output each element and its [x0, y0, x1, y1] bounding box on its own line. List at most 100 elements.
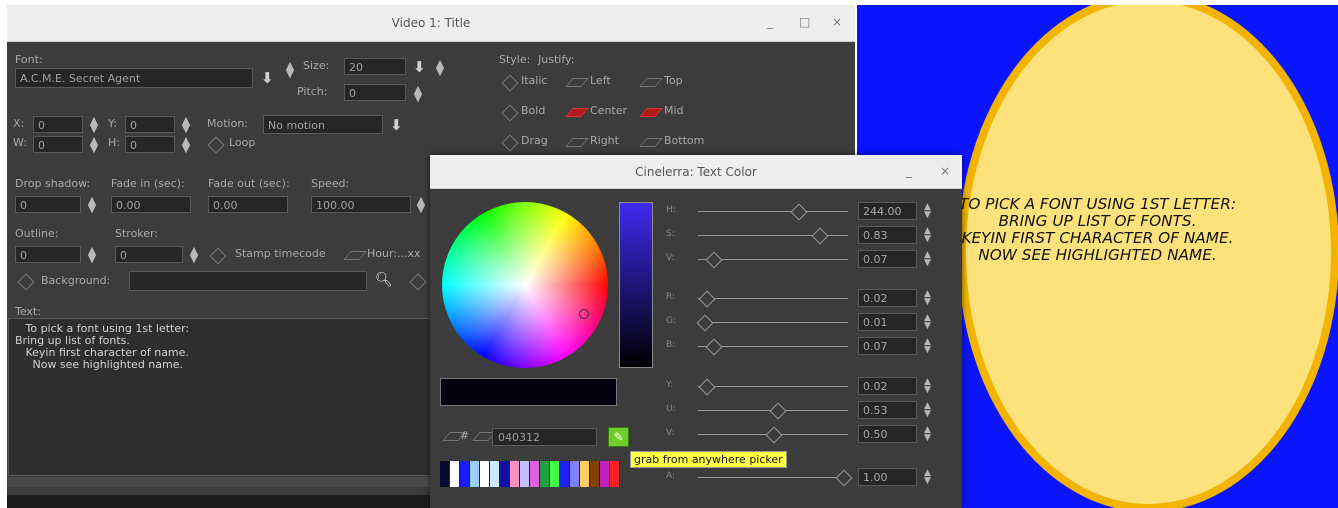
background-field[interactable] — [129, 271, 367, 291]
speed-spinner[interactable]: ▲ ▼ — [416, 195, 426, 214]
slider-knob[interactable] — [769, 402, 787, 420]
motion-dropdown-icon[interactable]: ⬇ — [390, 116, 403, 134]
search-icon[interactable]: 🔍︎ — [375, 272, 393, 288]
timecode-format-toggle[interactable] — [343, 251, 367, 260]
palette-swatch[interactable] — [480, 461, 490, 487]
background-option-checkbox[interactable] — [409, 273, 427, 291]
palette-swatch[interactable] — [450, 461, 460, 487]
y-spinner[interactable]: ▲ ▼ — [181, 115, 191, 134]
maximize-button[interactable]: □ — [799, 15, 810, 29]
y-field[interactable]: 0 — [125, 116, 175, 133]
drop-shadow-spinner[interactable]: ▲ ▼ — [87, 195, 97, 214]
slider-value-field[interactable]: 0.02 — [858, 377, 917, 395]
color-dialog-close-button[interactable]: × — [940, 164, 950, 178]
slider-knob[interactable] — [696, 314, 714, 332]
slider-track[interactable] — [698, 322, 848, 323]
x-field[interactable]: 0 — [33, 116, 83, 133]
bold-checkbox[interactable] — [501, 104, 519, 122]
motion-field[interactable]: No motion — [263, 115, 383, 134]
font-field[interactable]: A.C.M.E. Secret Agent — [15, 68, 253, 88]
palette-swatch[interactable] — [460, 461, 470, 487]
stroker-field[interactable]: 0 — [115, 246, 183, 263]
hex-field[interactable]: 040312 — [492, 428, 597, 446]
palette-swatch[interactable] — [440, 461, 450, 487]
palette-swatch[interactable] — [500, 461, 510, 487]
drop-shadow-field[interactable]: 0 — [15, 196, 81, 213]
slider-spinner[interactable]: ▲ ▼ — [924, 378, 931, 395]
slider-spinner[interactable]: ▲ ▼ — [924, 203, 931, 220]
color-wheel[interactable] — [442, 202, 608, 368]
slider-spinner[interactable]: ▲ ▼ — [924, 251, 931, 268]
color-dialog-titlebar[interactable]: Cinelerra: Text Color _ × — [430, 155, 962, 189]
slider-knob[interactable] — [705, 338, 723, 356]
slider-spinner[interactable]: ▲ ▼ — [924, 402, 931, 419]
slider-value-field[interactable]: 0.01 — [858, 313, 917, 331]
slider-value-field[interactable]: 0.53 — [858, 401, 917, 419]
italic-checkbox[interactable] — [501, 74, 519, 92]
h-spinner[interactable]: ▲ ▼ — [181, 135, 191, 154]
justify-mid-toggle[interactable] — [639, 108, 663, 117]
background-checkbox[interactable] — [17, 273, 35, 291]
palette-swatch[interactable] — [530, 461, 540, 487]
palette-swatch[interactable] — [510, 461, 520, 487]
pitch-spinner[interactable]: ▲ ▼ — [413, 84, 423, 103]
slider-value-field[interactable]: 1.00 — [858, 468, 917, 486]
fade-in-field[interactable]: 0.00 — [111, 196, 191, 213]
font-dropdown-icon[interactable]: ⬇ — [261, 69, 274, 87]
loop-checkbox[interactable] — [207, 136, 225, 154]
slider-track[interactable] — [698, 211, 848, 212]
justify-top-toggle[interactable] — [639, 78, 663, 87]
timecode-format-label[interactable]: Hour:...xx — [367, 247, 421, 260]
size-field[interactable]: 20 — [344, 58, 406, 75]
h-field[interactable]: 0 — [125, 136, 175, 153]
slider-spinner[interactable]: ▲ ▼ — [924, 290, 931, 307]
title-window-titlebar[interactable]: Video 1: Title _ □ × — [7, 5, 855, 42]
size-dropdown-icon[interactable]: ⬇ — [413, 58, 426, 76]
slider-value-field[interactable]: 0.07 — [858, 337, 917, 355]
slider-spinner[interactable]: ▲ ▼ — [924, 469, 931, 486]
palette-swatch[interactable] — [490, 461, 500, 487]
slider-knob[interactable] — [698, 290, 716, 308]
justify-left-toggle[interactable] — [565, 78, 589, 87]
slider-track[interactable] — [698, 298, 848, 299]
slider-track[interactable] — [698, 477, 848, 478]
slider-track[interactable] — [698, 386, 848, 387]
value-slider-bar[interactable] — [619, 202, 653, 368]
slider-value-field[interactable]: 244.00 — [858, 202, 917, 220]
slider-knob[interactable] — [811, 227, 829, 245]
pitch-field[interactable]: 0 — [344, 84, 406, 101]
palette-swatch[interactable] — [610, 461, 620, 487]
speed-field[interactable]: 100.00 — [311, 196, 411, 213]
palette-swatch[interactable] — [560, 461, 570, 487]
stroker-spinner[interactable]: ▲ ▼ — [189, 245, 199, 264]
outline-spinner[interactable]: ▲ ▼ — [87, 245, 97, 264]
x-spinner[interactable]: ▲ ▼ — [89, 115, 99, 134]
slider-spinner[interactable]: ▲ ▼ — [924, 314, 931, 331]
justify-center-toggle[interactable] — [565, 108, 589, 117]
size-spinner[interactable]: ▲ ▼ — [435, 58, 445, 77]
slider-knob[interactable] — [705, 251, 723, 269]
slider-spinner[interactable]: ▲ ▼ — [924, 227, 931, 244]
slider-value-field[interactable]: 0.07 — [858, 250, 917, 268]
justify-right-toggle[interactable] — [565, 138, 589, 147]
stamp-timecode-checkbox[interactable] — [209, 247, 227, 265]
slider-knob[interactable] — [835, 469, 853, 487]
drag-checkbox[interactable] — [501, 134, 519, 152]
outline-field[interactable]: 0 — [15, 246, 81, 263]
w-spinner[interactable]: ▲ ▼ — [89, 135, 99, 154]
font-spinner[interactable]: ▲ ▼ — [285, 60, 295, 79]
eyedropper-icon[interactable]: ✎ — [608, 427, 629, 447]
palette-swatch[interactable] — [520, 461, 530, 487]
w-field[interactable]: 0 — [33, 136, 83, 153]
minimize-button[interactable]: _ — [767, 15, 773, 29]
slider-value-field[interactable]: 0.02 — [858, 289, 917, 307]
close-button[interactable]: × — [832, 15, 842, 29]
slider-spinner[interactable]: ▲ ▼ — [924, 426, 931, 443]
slider-spinner[interactable]: ▲ ▼ — [924, 338, 931, 355]
palette-swatch[interactable] — [540, 461, 550, 487]
slider-knob[interactable] — [698, 378, 716, 396]
color-dialog-minimize-button[interactable]: _ — [906, 164, 912, 178]
slider-knob[interactable] — [790, 203, 808, 221]
color-palette[interactable] — [440, 461, 620, 487]
palette-swatch[interactable] — [470, 461, 480, 487]
